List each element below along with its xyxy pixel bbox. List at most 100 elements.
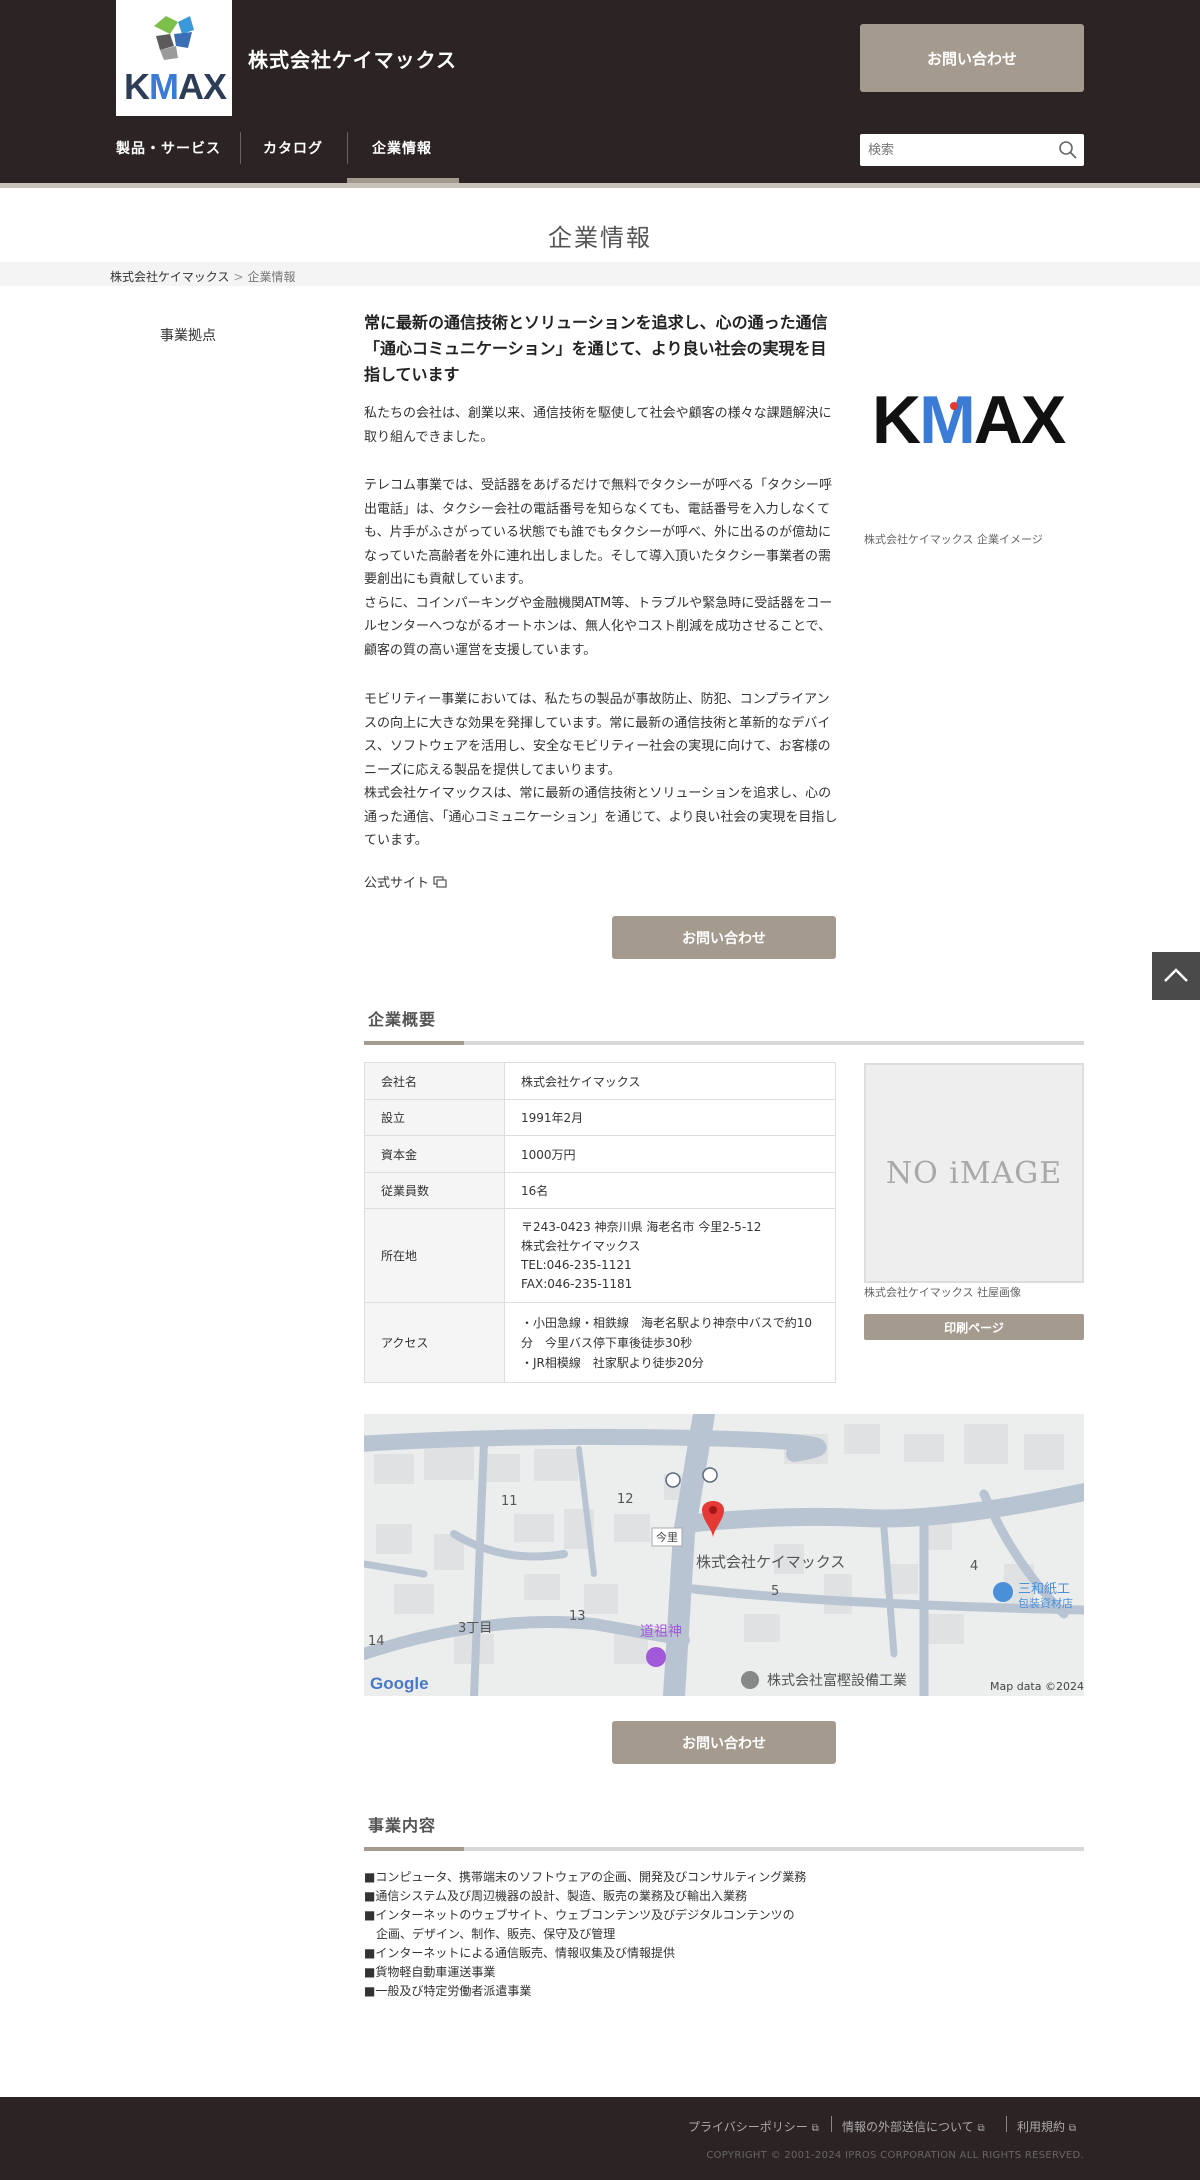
- nav-products[interactable]: 製品・サービス: [116, 138, 221, 158]
- row-label: アクセス: [364, 1302, 505, 1383]
- row-value: 株式会社ケイマックス: [504, 1062, 836, 1100]
- company-logo[interactable]: KMAX: [116, 0, 232, 116]
- nav-separator: [240, 132, 241, 164]
- footer-link-label: 利用規約: [1017, 2120, 1066, 2134]
- map-label-13: 13: [569, 1609, 586, 1624]
- office-image-placeholder: NO iMAGE: [864, 1063, 1084, 1283]
- map-label-14: 14: [368, 1634, 385, 1649]
- map-label-sanwa: 三和紙工: [1018, 1582, 1070, 1597]
- row-label: 資本金: [364, 1135, 505, 1173]
- map-label-4: 4: [970, 1559, 978, 1574]
- copyright: COPYRIGHT © 2001-2024 IPROS CORPORATION …: [706, 2150, 1084, 2161]
- external-link-icon: [433, 876, 447, 888]
- page-top-button[interactable]: [1152, 952, 1200, 1000]
- noimage-text: NO iMAGE: [885, 1155, 1063, 1191]
- company-overview-table: 会社名 株式会社ケイマックス 設立 1991年2月 資本金 1000万円 従業員…: [364, 1062, 836, 1383]
- nav-separator: [347, 132, 348, 164]
- map-attribution: Map data ©2024: [990, 1680, 1084, 1693]
- page-title: 企業情報: [548, 224, 652, 252]
- official-site-link[interactable]: 公式サイト: [364, 872, 447, 891]
- breadcrumb: 株式会社ケイマックス > 企業情報: [110, 268, 295, 285]
- business-divider: [364, 1847, 1084, 1851]
- shrine-icon: [646, 1647, 666, 1667]
- chevron-up-icon: [1164, 968, 1188, 982]
- external-link-icon: ⧉: [977, 2123, 985, 2134]
- logo-wordmark: KMAX: [124, 66, 227, 107]
- list-item: ■コンピュータ、携帯端末のソフトウェアの企画、開発及びコンサルティング業務: [364, 1870, 807, 1884]
- place-icon: [741, 1671, 759, 1689]
- list-item: ■インターネットによる通信販売、情報収集及び情報提供: [364, 1946, 675, 1960]
- map-label-3chome: 3丁目: [458, 1621, 492, 1636]
- row-label: 従業員数: [364, 1172, 505, 1209]
- overview-divider: [364, 1041, 1084, 1045]
- breadcrumb-home[interactable]: 株式会社ケイマックス: [110, 270, 229, 284]
- table-row: 資本金 1000万円: [364, 1135, 836, 1173]
- map-label-togashi: 株式会社富樫設備工業: [767, 1672, 907, 1689]
- table-row: 従業員数 16名: [364, 1172, 836, 1209]
- search-icon[interactable]: [1058, 140, 1078, 160]
- list-item: ■インターネットのウェブサイト、ウェブコンテンツ及びデジタルコンテンツの: [364, 1908, 795, 1922]
- map-canvas: 11 12 13 14 4 5 3丁目 今里 株式会社ケイマックス 道祖神 三和…: [364, 1414, 1084, 1696]
- nav-active-indicator: [347, 178, 459, 183]
- list-item: ■貨物軽自動車運送事業: [364, 1965, 496, 1979]
- table-row: 会社名 株式会社ケイマックス: [364, 1062, 836, 1100]
- telecom-paragraph: テレコム事業では、受話器をあげるだけで無料でタクシーが呼べる「タクシー呼出電話」…: [364, 478, 833, 658]
- header-contact-button[interactable]: お問い合わせ: [860, 24, 1084, 92]
- business-title: 事業内容: [368, 1816, 437, 1835]
- map-label-12: 12: [617, 1492, 634, 1507]
- print-page-button[interactable]: 印刷ページ: [864, 1314, 1084, 1340]
- row-value: 1991年2月: [504, 1099, 836, 1136]
- table-row: 設立 1991年2月: [364, 1099, 836, 1136]
- footer-link-privacy[interactable]: プライバシーポリシー ⧉: [688, 2118, 819, 2135]
- row-label: 会社名: [364, 1062, 505, 1100]
- row-label: 所在地: [364, 1208, 505, 1303]
- pin-center: [709, 1506, 717, 1514]
- map-label-sanwa-sub: 包装資材店: [1018, 1596, 1073, 1610]
- contact-button[interactable]: お問い合わせ: [612, 916, 836, 959]
- footer-separator: [831, 2116, 832, 2132]
- footer-link-terms[interactable]: 利用規約 ⧉: [1017, 2118, 1076, 2135]
- company-image: KMAX: [864, 370, 1084, 470]
- search-box: [860, 134, 1084, 166]
- google-logo: Google: [370, 1674, 429, 1693]
- nav-catalog[interactable]: カタログ: [263, 138, 323, 158]
- overview-divider-accent: [364, 1041, 464, 1045]
- external-link-icon: ⧉: [1068, 2123, 1076, 2134]
- mobility-paragraph: モビリティー事業においては、私たちの製品が事故防止、防犯、コンプライアンスの向上…: [364, 692, 838, 848]
- company-image-caption: 株式会社ケイマックス 企業イメージ: [864, 533, 1043, 546]
- map-label-5: 5: [771, 1584, 779, 1599]
- footer-link-label: 情報の外部送信について: [842, 2120, 974, 2134]
- location-map[interactable]: 11 12 13 14 4 5 3丁目 今里 株式会社ケイマックス 道祖神 三和…: [364, 1414, 1084, 1696]
- row-value: 16名: [504, 1172, 836, 1209]
- list-item: ■通信システム及び周辺機器の設計、製造、販売の業務及び輸出入業務: [364, 1889, 747, 1903]
- nav-company-info[interactable]: 企業情報: [372, 138, 432, 158]
- table-row: 所在地 〒243-0423 神奈川県 海老名市 今里2-5-12 株式会社ケイマ…: [364, 1208, 836, 1303]
- external-link-icon: ⧉: [811, 2123, 819, 2134]
- logo-dot: [950, 402, 958, 410]
- sidebar-item-business-base[interactable]: 事業拠点: [160, 325, 216, 345]
- intro-paragraph: 私たちの会社は、創業以来、通信技術を駆使して社会や顧客の様々な課題解決に取り組ん…: [364, 406, 832, 445]
- footer-link-external-send[interactable]: 情報の外部送信について ⧉: [842, 2118, 985, 2135]
- row-value: ・小田急線・相鉄線 海老名駅より神奈中バスで約10分 今里バス停下車後徒歩30秒…: [504, 1302, 836, 1383]
- site-footer: [0, 2097, 1200, 2180]
- office-image-caption: 株式会社ケイマックス 社屋画像: [864, 1286, 1021, 1299]
- map-pin-label: 株式会社ケイマックス: [696, 1553, 845, 1571]
- company-image-wordmark: KMAX: [872, 382, 1066, 458]
- header-divider: [0, 183, 1200, 188]
- footer-link-label: プライバシーポリシー: [688, 2120, 808, 2134]
- overview-title: 企業概要: [368, 1010, 437, 1029]
- business-divider-accent: [364, 1847, 464, 1851]
- map-label-dosojin: 道祖神: [640, 1624, 682, 1640]
- contact-button-2[interactable]: お問い合わせ: [612, 1721, 836, 1764]
- search-input[interactable]: [868, 140, 1048, 160]
- shop-icon: [993, 1582, 1013, 1602]
- list-item: 企画、デザイン、制作、販売、保守及び管理: [364, 1927, 616, 1941]
- official-site-label: 公式サイト: [364, 876, 430, 891]
- map-label-11: 11: [501, 1494, 518, 1509]
- breadcrumb-separator: >: [233, 270, 244, 284]
- row-value: 1000万円: [504, 1135, 836, 1173]
- list-item: ■一般及び特定労働者派遣事業: [364, 1984, 532, 1998]
- company-headline: 常に最新の通信技術とソリューションを追求し、心の通った通信「通心コミュニケーショ…: [364, 313, 828, 384]
- footer-separator: [1006, 2116, 1007, 2132]
- company-name[interactable]: 株式会社ケイマックス: [248, 44, 457, 73]
